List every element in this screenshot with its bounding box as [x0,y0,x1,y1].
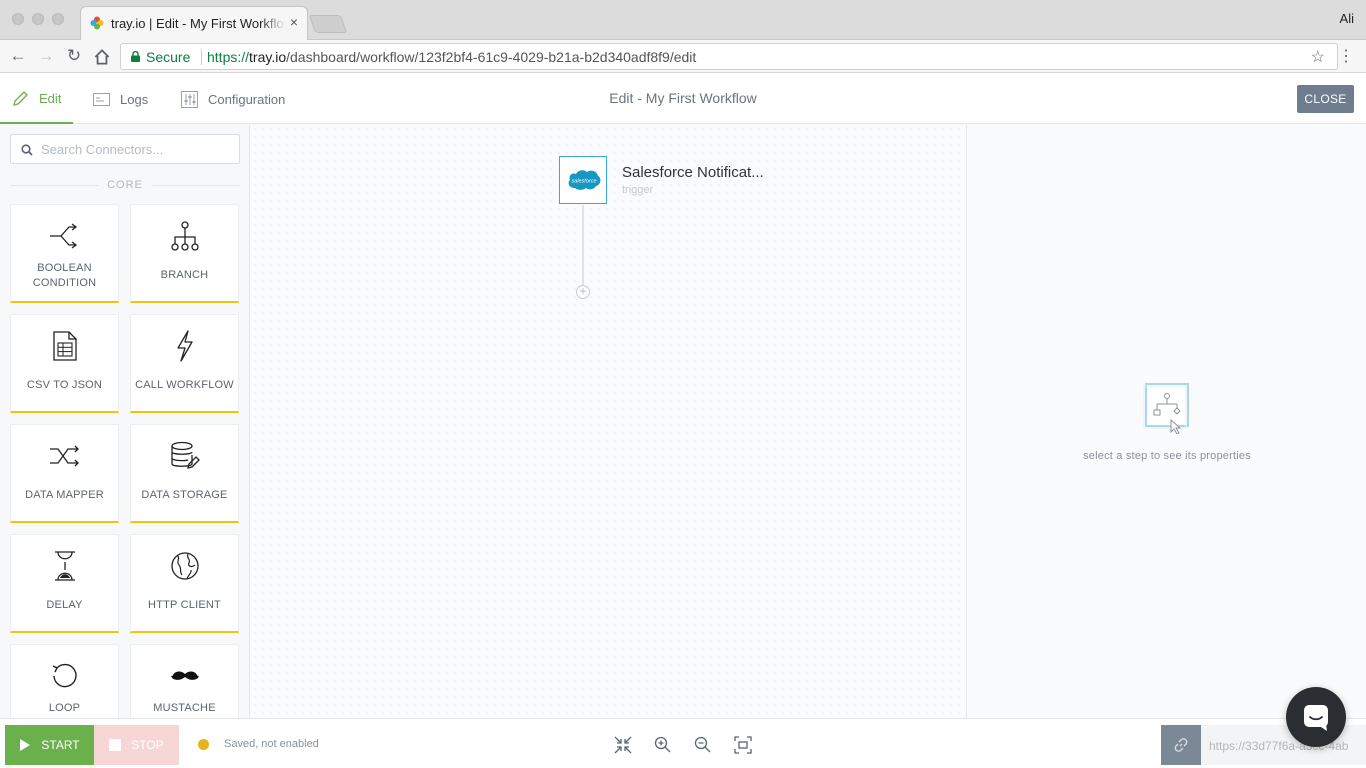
new-tab-button[interactable] [308,15,348,33]
connectors-panel: CORE BOOLEAN CONDITION BRANCH [0,125,250,718]
url-host: tray.io [249,49,287,65]
close-button[interactable]: CLOSE [1297,85,1354,113]
tab-configuration[interactable]: Configuration [181,74,285,124]
tab-edit-label: Edit [39,90,62,106]
add-step-button[interactable]: + [576,285,590,299]
loop-icon [11,659,118,693]
chat-widget-button[interactable] [1286,687,1346,747]
stop-label: STOP [131,738,164,752]
csv-document-icon [11,329,118,363]
salesforce-logo-icon: salesforce [568,170,601,190]
status-text: Saved, not enabled [224,738,319,750]
connector-label: BOOLEAN CONDITION [32,262,97,289]
tab-close-icon[interactable]: × [290,14,298,30]
browser-menu-icon[interactable]: ⋮ [1338,46,1354,66]
sliders-icon [181,90,198,108]
app-header: Edit Logs Configuration Edit - My First … [0,74,1366,124]
fit-screen-icon[interactable] [734,736,752,754]
connector-data-storage[interactable]: DATA STORAGE [130,424,239,523]
url-path: /dashboard/workflow/123f2bf4-61c9-4029-b… [286,49,697,65]
connector-call-workflow[interactable]: CALL WORKFLOW [130,314,239,413]
tab-logs[interactable]: Logs [93,74,148,124]
globe-icon [131,549,238,583]
workflow-canvas[interactable]: salesforce Salesforce Notificat... trigg… [251,125,966,718]
bottom-bar: START STOP Saved, not enabled https://33… [0,718,1366,768]
tab-edit[interactable]: Edit [0,74,74,124]
home-icon[interactable] [92,47,112,67]
step-title[interactable]: Salesforce Notificat... [622,164,764,181]
url-text: https://tray.io/dashboard/workflow/123f2… [207,49,696,65]
connector-loop[interactable]: LOOP [10,644,119,718]
address-separator [201,49,202,65]
play-icon [20,739,31,751]
browser-toolbar: ← → ↻ Secure https://tray.io/dashboard/w… [0,40,1366,73]
start-button[interactable]: START [5,725,94,765]
zoom-out-icon[interactable] [694,736,712,754]
database-edit-icon [131,439,238,473]
pencil-icon [13,90,28,106]
connector-search[interactable] [10,134,240,164]
connector-label: LOOP [48,702,81,714]
reload-icon[interactable]: ↻ [64,46,84,66]
tab-title: tray.io | Edit - My First Workflow [111,16,286,31]
address-bar[interactable]: Secure https://tray.io/dashboard/workflo… [120,43,1338,70]
connector-label: DATA STORAGE [141,489,228,501]
salesforce-trigger-step[interactable]: salesforce [559,156,607,204]
stop-button[interactable]: STOP [94,725,179,765]
tab-configuration-label: Configuration [208,91,286,107]
connector-label: CALL WORKFLOW [135,379,234,391]
lock-icon [131,51,140,62]
browser-tab[interactable]: tray.io | Edit - My First Workflow × [80,6,308,40]
collapse-icon[interactable] [614,736,632,754]
start-label: START [41,738,80,752]
copy-webhook-link-button[interactable] [1161,725,1201,765]
window-close-button[interactable] [12,13,24,25]
connector-boolean-condition[interactable]: BOOLEAN CONDITION [10,204,119,303]
search-input[interactable] [41,140,231,158]
shuffle-icon [11,439,118,473]
forward-arrow-icon[interactable]: → [36,46,56,66]
select-step-illustration-icon [1143,383,1189,434]
connector-mustache[interactable]: MUSTACHE [130,644,239,718]
lightning-icon [131,329,238,363]
connector-csv-to-json[interactable]: CSV TO JSON [10,314,119,413]
boolean-condition-icon [11,219,118,253]
url-scheme: https:// [207,49,250,65]
properties-panel: select a step to see its properties [966,125,1366,718]
step-connector-line [582,205,584,285]
connector-data-mapper[interactable]: DATA MAPPER [10,424,119,523]
zoom-in-icon[interactable] [654,736,672,754]
chat-icon [1304,705,1328,731]
profile-name[interactable]: Ali [1340,11,1354,26]
mustache-icon [131,659,238,693]
salesforce-logo-text: salesforce [571,179,596,185]
search-icon [21,144,33,156]
tray-favicon-icon [90,16,104,30]
tab-logs-label: Logs [120,91,149,107]
logs-icon [93,92,110,106]
branch-icon [131,219,238,253]
connector-http-client[interactable]: HTTP CLIENT [130,534,239,633]
bookmark-star-icon[interactable]: ☆ [1311,47,1325,67]
browser-titlebar: tray.io | Edit - My First Workflow × Ali [0,0,1366,40]
back-arrow-icon[interactable]: ← [8,46,28,66]
link-icon [1174,738,1188,752]
stop-square-icon [109,739,122,751]
properties-hint: select a step to see its properties [1083,450,1251,462]
connector-label: CSV TO JSON [26,379,103,391]
connector-label: MUSTACHE [153,702,216,714]
step-subtitle: trigger [622,184,654,196]
window-minimize-button[interactable] [32,13,44,25]
status-indicator [198,739,209,750]
secure-label: Secure [146,49,191,65]
connector-branch[interactable]: BRANCH [130,204,239,303]
connector-label: BRANCH [160,269,209,281]
window-zoom-button[interactable] [52,13,64,25]
connector-label: DATA MAPPER [25,489,104,501]
hourglass-icon [11,549,118,583]
connector-delay[interactable]: DELAY [10,534,119,633]
section-label-core: CORE [0,179,249,191]
connector-label: DELAY [46,599,83,611]
connector-label: HTTP CLIENT [148,599,221,611]
